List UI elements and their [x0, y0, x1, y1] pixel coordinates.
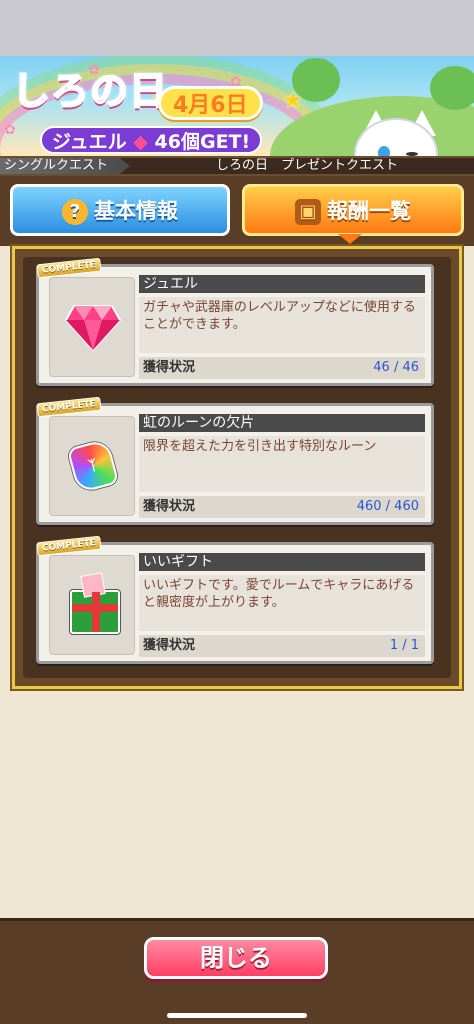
status-label: 獲得状況: [143, 499, 196, 514]
banner-reward-line: ジュエル ◆ 46個GET!: [40, 126, 263, 154]
quest-type-label: シングルクエスト: [0, 158, 130, 174]
banner-reward-label: ジュエル: [52, 131, 127, 153]
item-thumbnail: ᛉ: [49, 416, 135, 516]
tab-bar: ? 基本情報 ▣ 報酬一覧: [0, 176, 474, 246]
status-bar: [0, 0, 474, 56]
tab-reward-list-label: 報酬一覧: [327, 199, 411, 223]
active-tab-indicator: [338, 234, 362, 244]
home-indicator[interactable]: [167, 1013, 307, 1018]
item-name: いいギフト: [139, 553, 425, 571]
tab-basic-info-label: 基本情報: [94, 199, 178, 223]
status-value: 1 / 1: [389, 638, 419, 653]
item-description: ガチャや武器庫のレベルアップなどに使用することができます。: [139, 297, 425, 353]
item-name: ジュエル: [139, 275, 425, 293]
footer-bar: 閉じる: [0, 918, 474, 1024]
banner-reward-count: 46個GET!: [154, 131, 251, 153]
white-cat-mascot: [340, 110, 460, 156]
tab-basic-info[interactable]: ? 基本情報: [10, 184, 230, 236]
acquisition-status: 獲得状況 46 / 46: [139, 357, 425, 379]
acquisition-status: 獲得状況 460 / 460: [139, 496, 425, 518]
item-thumbnail: [49, 277, 135, 377]
banner-title: しろの日: [11, 68, 169, 114]
star-icon: ★: [282, 86, 304, 114]
flower-icon: ✿: [4, 122, 16, 138]
item-name: 虹のルーンの欠片: [139, 414, 425, 432]
status-value: 46 / 46: [373, 360, 419, 375]
jewel-icon: [64, 305, 122, 352]
status-value: 460 / 460: [356, 499, 419, 514]
tree-decoration: [430, 66, 474, 110]
jewel-icon: ◆: [133, 131, 148, 153]
close-button[interactable]: 閉じる: [144, 937, 328, 979]
quest-name: しろの日 プレゼントクエスト: [215, 158, 398, 173]
acquisition-status: 獲得状況 1 / 1: [139, 635, 425, 657]
reward-card-good-gift: いいギフト いいギフトです。愛でルームでキャラにあげると親密度が上がります。 獲…: [36, 535, 434, 664]
treasure-chest-icon: ▣: [295, 199, 321, 225]
quest-info-bar: シングルクエスト しろの日 プレゼントクエスト: [0, 156, 474, 176]
item-description: いいギフトです。愛でルームでキャラにあげると親密度が上がります。: [139, 575, 425, 631]
rainbow-rune-icon: ᛉ: [66, 438, 120, 494]
status-label: 獲得状況: [143, 638, 196, 653]
question-icon: ?: [62, 199, 88, 225]
gift-box-icon: [70, 572, 120, 634]
item-thumbnail: [49, 555, 135, 655]
tab-reward-list[interactable]: ▣ 報酬一覧: [242, 184, 464, 236]
status-label: 獲得状況: [143, 360, 196, 375]
banner-date: 4月6日: [158, 86, 263, 120]
item-description: 限界を超えた力を引き出す特別なルーン: [139, 436, 425, 492]
reward-card-rainbow-rune: ᛉ 虹のルーンの欠片 限界を超えた力を引き出す特別なルーン 獲得状況 460 /…: [36, 396, 434, 525]
reward-card-jewel: ジュエル ガチャや武器庫のレベルアップなどに使用することができます。 獲得状況 …: [36, 257, 434, 386]
